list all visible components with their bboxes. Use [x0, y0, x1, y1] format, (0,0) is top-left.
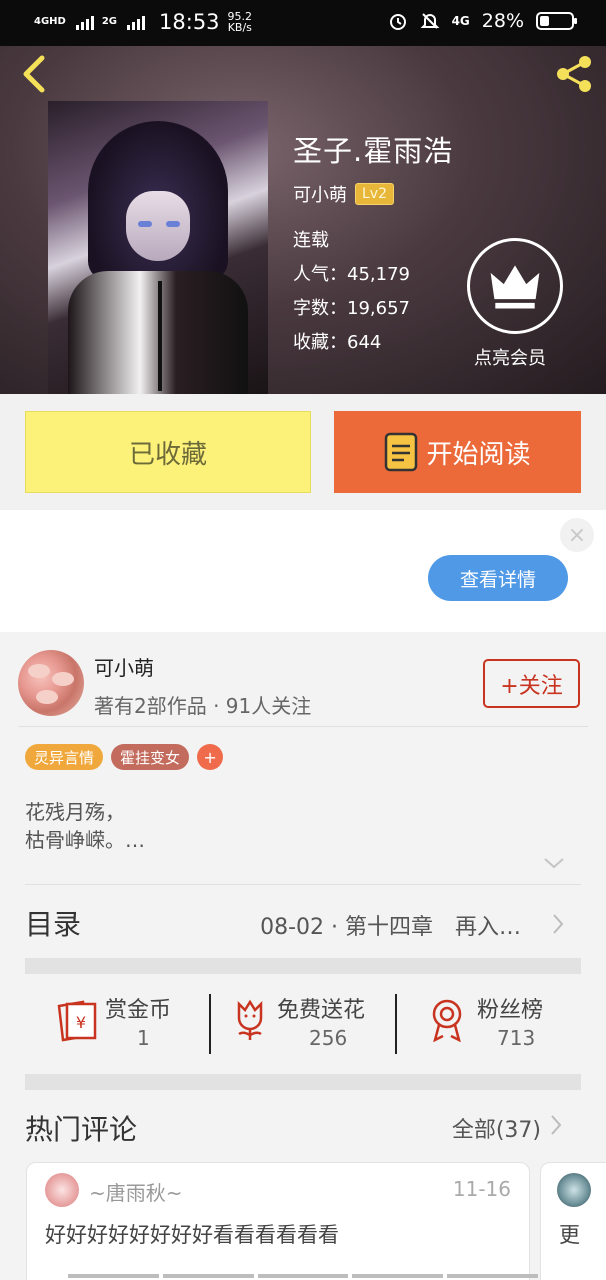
network-type: 4G — [451, 14, 470, 28]
network-speed: 95.2 KB/s — [228, 11, 253, 33]
red-envelope-icon: ¥ — [57, 1000, 97, 1042]
comment-text: 更 — [559, 1223, 580, 1247]
status-right: 4G 28% — [388, 10, 577, 32]
all-comments-link[interactable]: 全部(37) — [452, 1112, 541, 1144]
ad-close-button[interactable]: × — [560, 518, 594, 552]
comment-date: 11-16 — [452, 1177, 511, 1201]
book-cover-image[interactable] — [48, 101, 268, 394]
crown-icon[interactable] — [467, 238, 563, 334]
book-status: 连载 — [293, 230, 329, 251]
fans-ranking-value: 713 — [497, 1026, 536, 1050]
chevron-right-icon — [553, 914, 564, 934]
ad-banner: × 查看详情 — [0, 510, 606, 632]
start-reading-label: 开始阅读 — [426, 439, 531, 470]
action-buttons: 已收藏 开始阅读 — [0, 394, 606, 510]
signal-label-1: 4GHD — [34, 16, 66, 27]
chevron-right-icon[interactable] — [549, 1114, 563, 1136]
collected-button[interactable]: 已收藏 — [25, 411, 311, 493]
signal-bars-icon-2 — [127, 14, 146, 30]
chevron-down-icon[interactable] — [543, 856, 565, 870]
description-line-2: 枯骨峥嵘。… — [25, 828, 145, 852]
author-name[interactable]: 可小萌 — [94, 652, 154, 681]
tag-item[interactable]: 霍挂变女 — [111, 744, 190, 770]
reward-coins-value: 1 — [137, 1026, 150, 1050]
comment-card[interactable]: ~唐雨秋~ 11-16 好好好好好好好好看看看看看看 — [26, 1162, 530, 1280]
level-badge: Lv2 — [355, 183, 394, 205]
vip-label[interactable]: 点亮会员 — [474, 344, 546, 370]
signal-label-2: 2G — [101, 16, 118, 27]
author-avatar[interactable] — [18, 650, 84, 716]
add-tag-button[interactable]: + — [197, 744, 224, 770]
view-details-button[interactable]: 查看详情 — [428, 555, 568, 601]
fans-ranking-stat[interactable]: 粉丝榜 713 — [427, 992, 577, 1056]
book-description: 花残月殇， 枯骨峥嵘。… — [25, 798, 145, 854]
section-divider — [25, 1074, 581, 1090]
speed-unit: KB/s — [227, 21, 252, 34]
toc-title: 目录 — [25, 908, 82, 941]
share-icon[interactable] — [552, 52, 596, 96]
book-author-name[interactable]: 可小萌 — [293, 181, 347, 207]
comment-card[interactable]: 更 — [540, 1162, 606, 1280]
fans-ranking-label: 粉丝榜 — [477, 998, 544, 1023]
hot-comments-header: 热门评论 全部(37) — [25, 1102, 581, 1162]
support-stats: ¥ 赏金币 1 免费送花 256 粉丝榜 713 — [25, 974, 581, 1074]
section-divider — [25, 958, 581, 974]
book-title: 圣子.霍雨浩 — [293, 134, 454, 168]
free-flowers-label: 免费送花 — [277, 998, 366, 1023]
award-medal-icon — [432, 999, 462, 1042]
start-reading-button[interactable]: 开始阅读 — [334, 411, 581, 493]
back-arrow-icon[interactable] — [16, 54, 52, 94]
svg-text:¥: ¥ — [76, 1013, 86, 1032]
divider — [209, 994, 211, 1054]
reward-coins-label: 赏金币 — [105, 998, 172, 1023]
mute-bell-icon — [420, 13, 439, 29]
clock: 18:53 — [159, 10, 220, 34]
book-author-line: 可小萌 Lv2 — [293, 181, 394, 207]
author-summary: 著有2部作品 · 91人关注 — [94, 694, 312, 718]
reward-coins-stat[interactable]: ¥ 赏金币 1 — [53, 992, 213, 1056]
comment-text: 好好好好好好好好看看看看看看 — [45, 1223, 339, 1247]
carousel-indicator — [68, 1274, 538, 1278]
comment-avatar[interactable] — [557, 1173, 591, 1207]
status-bar: 4GHD 2G 18:53 95.2 KB/s 4G 28% — [0, 0, 606, 46]
comment-username[interactable]: ~唐雨秋~ — [89, 1177, 183, 1206]
battery-icon — [536, 12, 577, 30]
free-flowers-value: 256 — [309, 1026, 348, 1050]
divider — [395, 994, 397, 1054]
battery-percent: 28% — [481, 10, 524, 32]
book-word-count: 字数：19,657 — [293, 298, 410, 319]
book-details: 可小萌 著有2部作品 · 91人关注 +关注 灵异言情 霍挂变女 + 花残月殇，… — [0, 632, 606, 1280]
tag-item[interactable]: 灵异言情 — [25, 744, 104, 770]
tag-list: 灵异言情 霍挂变女 + — [25, 744, 224, 770]
signal-bars-icon — [75, 14, 94, 30]
book-header: 圣子.霍雨浩 可小萌 Lv2 连载 人气：45,179 字数：19,657 收藏… — [0, 46, 606, 394]
alarm-icon — [389, 14, 406, 30]
book-favorites: 收藏：644 — [293, 332, 382, 353]
comment-avatar[interactable] — [45, 1173, 79, 1207]
hot-comments-title: 热门评论 — [25, 1113, 138, 1146]
free-flowers-stat[interactable]: 免费送花 256 — [231, 992, 401, 1056]
follow-button[interactable]: +关注 — [483, 659, 580, 708]
description-line-1: 花残月殇， — [25, 800, 125, 824]
status-left: 4GHD 2G 18:53 95.2 KB/s — [34, 10, 252, 34]
latest-chapter: 08-02 · 第十四章 再入… — [260, 915, 521, 940]
divider — [18, 726, 588, 727]
table-of-contents-row[interactable]: 目录 08-02 · 第十四章 再入… — [25, 884, 581, 958]
book-icon — [385, 432, 418, 472]
flower-icon — [237, 999, 263, 1040]
book-popularity: 人气：45,179 — [293, 264, 410, 285]
